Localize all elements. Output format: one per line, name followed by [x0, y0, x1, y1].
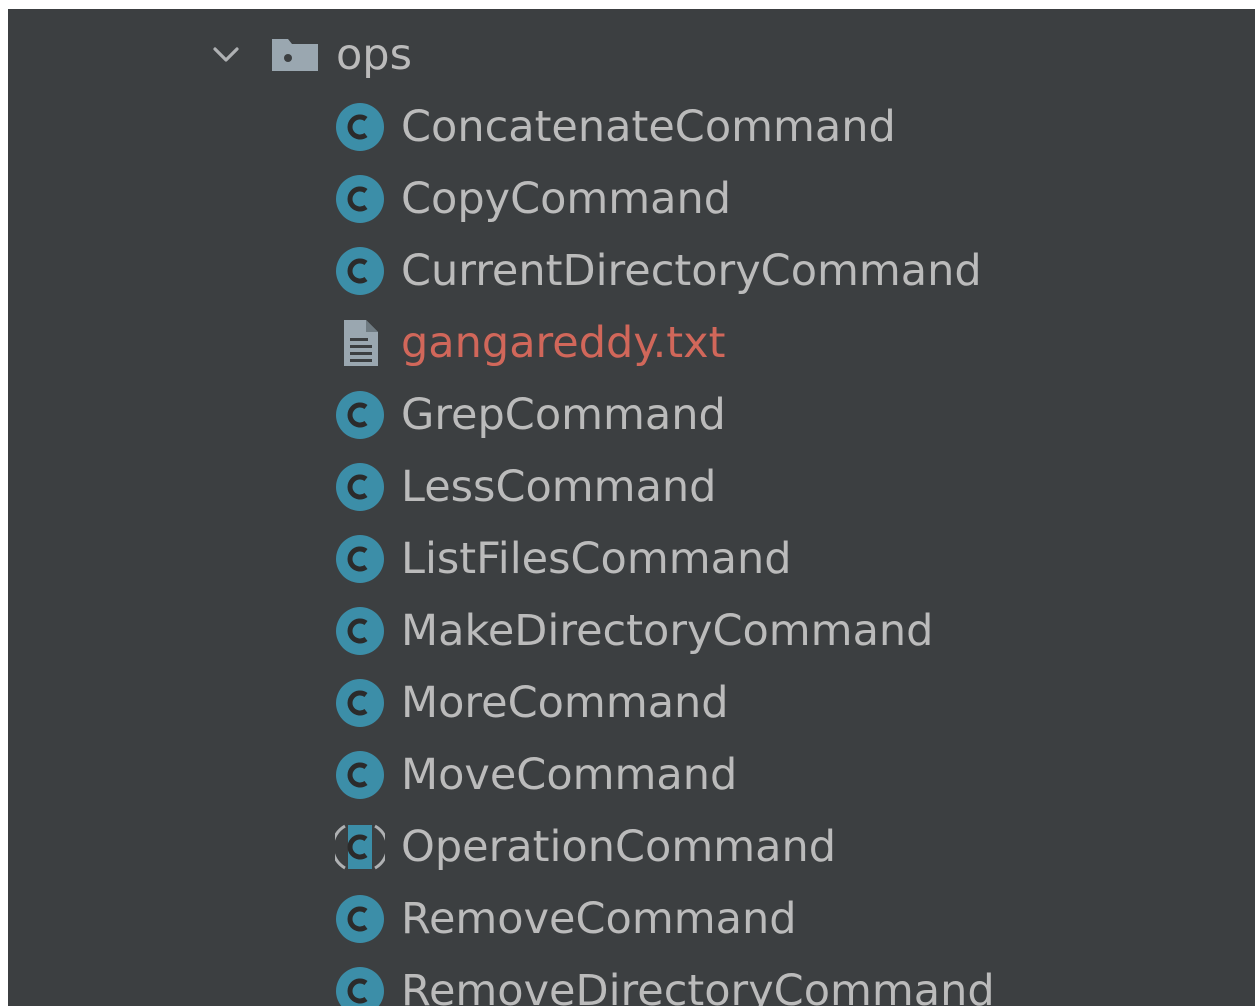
tree-item-label: OperationCommand [401, 822, 836, 872]
class-icon [335, 389, 385, 441]
tree-item[interactable]: RemoveCommand [8, 883, 1255, 955]
tree-item-label: CurrentDirectoryCommand [401, 246, 982, 296]
tree-folder-ops[interactable]: ops [8, 19, 1255, 91]
tree-item[interactable]: LessCommand [8, 451, 1255, 523]
tree-item-label: CopyCommand [401, 174, 732, 224]
folder-label: ops [336, 30, 413, 80]
tree-item[interactable]: CurrentDirectoryCommand [8, 235, 1255, 307]
tree-item-label: MakeDirectoryCommand [401, 606, 934, 656]
folder-icon [270, 35, 320, 75]
class-icon [335, 965, 385, 1006]
class-icon [335, 245, 385, 297]
project-tree: ops ConcatenateCommand CopyCommand Current… [8, 19, 1255, 1006]
text-file-icon [335, 317, 385, 369]
abstract-class-icon [335, 821, 385, 873]
class-icon [335, 533, 385, 585]
tree-item-label: RemoveCommand [401, 894, 797, 944]
chevron-down-icon[interactable] [206, 35, 246, 75]
class-icon [335, 893, 385, 945]
tree-item-label: RemoveDirectoryCommand [401, 966, 995, 1006]
tree-item[interactable]: CopyCommand [8, 163, 1255, 235]
tree-item-label: GrepCommand [401, 390, 726, 440]
tree-item-label: ListFilesCommand [401, 534, 792, 584]
class-icon [335, 101, 385, 153]
tree-item-label: ConcatenateCommand [401, 102, 896, 152]
tree-item-label: MoveCommand [401, 750, 738, 800]
class-icon [335, 173, 385, 225]
tree-item-label: gangareddy.txt [401, 318, 726, 368]
tree-item[interactable]: RemoveDirectoryCommand [8, 955, 1255, 1006]
tree-item[interactable]: OperationCommand [8, 811, 1255, 883]
tree-item-label: LessCommand [401, 462, 717, 512]
tree-item[interactable]: MoveCommand [8, 739, 1255, 811]
tree-item[interactable]: ConcatenateCommand [8, 91, 1255, 163]
class-icon [335, 749, 385, 801]
project-tree-panel: ops ConcatenateCommand CopyCommand Current… [8, 9, 1255, 1006]
tree-item[interactable]: gangareddy.txt [8, 307, 1255, 379]
class-icon [335, 461, 385, 513]
tree-item[interactable]: GrepCommand [8, 379, 1255, 451]
class-icon [335, 677, 385, 729]
class-icon [335, 605, 385, 657]
tree-item[interactable]: MakeDirectoryCommand [8, 595, 1255, 667]
tree-children: ConcatenateCommand CopyCommand CurrentDire… [8, 91, 1255, 1006]
tree-item[interactable]: ListFilesCommand [8, 523, 1255, 595]
tree-item[interactable]: MoreCommand [8, 667, 1255, 739]
tree-item-label: MoreCommand [401, 678, 729, 728]
